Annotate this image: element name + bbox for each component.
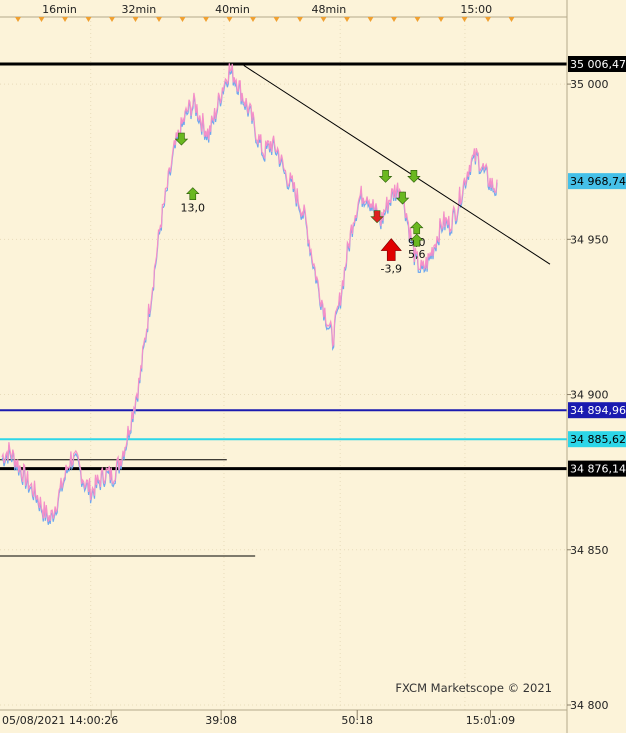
top-time-label: 48min: [311, 3, 346, 16]
price-badge-label: 34 894,96: [570, 404, 626, 417]
x-tick-label: 15:01:09: [466, 714, 515, 727]
watermark: FXCM Marketscope © 2021: [395, 681, 552, 695]
top-time-label: 40min: [215, 3, 250, 16]
y-tick-label: 35 000: [570, 78, 609, 91]
trade-pnl-label: -3,9: [380, 263, 401, 276]
price-badge-label: 34 876,14: [570, 463, 626, 476]
trade-pnl-label: 5,6: [408, 248, 426, 261]
chart-canvas[interactable]: 13,0-3,99,05,6 35 00034 95034 90034 8503…: [0, 0, 626, 733]
price-badge-label: 34 885,62: [570, 433, 626, 446]
price-badge-label: 34 968,74: [570, 175, 626, 188]
x-tick-label: 39:08: [205, 714, 237, 727]
price-badge-label: 35 006,47: [570, 58, 626, 71]
plot-area: [0, 0, 567, 710]
top-time-label: 16min: [42, 3, 77, 16]
trade-pnl-label: 13,0: [181, 202, 206, 215]
y-tick-label: 34 900: [570, 389, 609, 402]
y-tick-label: 34 800: [570, 699, 609, 712]
price-chart[interactable]: 13,0-3,99,05,6 35 00034 95034 90034 8503…: [0, 0, 626, 733]
y-tick-label: 34 850: [570, 544, 609, 557]
price-axis-bg: [567, 0, 626, 733]
x-tick-label: 50:18: [341, 714, 373, 727]
x-tick-label: 05/08/2021 14:00:26: [2, 714, 118, 727]
y-tick-label: 34 950: [570, 233, 609, 246]
top-time-label: 15:00: [460, 3, 492, 16]
top-time-label: 32min: [122, 3, 157, 16]
